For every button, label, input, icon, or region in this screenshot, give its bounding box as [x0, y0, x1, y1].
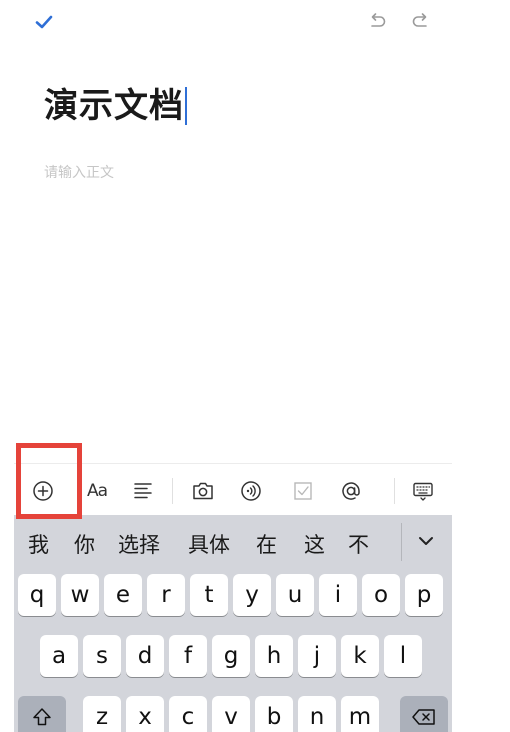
key-k[interactable]: k: [341, 635, 379, 677]
redo-icon[interactable]: [411, 11, 431, 31]
chevron-down-icon[interactable]: [414, 529, 438, 553]
key-c[interactable]: c: [169, 696, 207, 732]
key-w[interactable]: w: [61, 574, 99, 616]
key-j[interactable]: j: [298, 635, 336, 677]
document-title-text: 演示文档: [44, 86, 184, 126]
key-o[interactable]: o: [362, 574, 400, 616]
document-title-field[interactable]: 演示文档: [44, 78, 187, 127]
key-e[interactable]: e: [104, 574, 142, 616]
key-m[interactable]: m: [341, 696, 379, 732]
key-l[interactable]: l: [384, 635, 422, 677]
key-v[interactable]: v: [212, 696, 250, 732]
shift-key[interactable]: [18, 696, 66, 732]
text-format-icon[interactable]: Aa: [80, 478, 114, 504]
candidate-word[interactable]: 我: [28, 529, 49, 559]
formatting-toolbar: Aa: [14, 463, 452, 516]
key-r[interactable]: r: [147, 574, 185, 616]
candidate-bar: 我 你 选择 具体 在 这 不: [14, 515, 452, 573]
text-format-label: Aa: [86, 481, 108, 501]
candidate-word[interactable]: 具体: [188, 529, 230, 559]
key-a[interactable]: a: [40, 635, 78, 677]
align-icon[interactable]: [130, 478, 156, 504]
top-bar: [14, 0, 452, 44]
key-i[interactable]: i: [319, 574, 357, 616]
candidate-word[interactable]: 不: [348, 529, 369, 559]
checkbox-icon[interactable]: [290, 478, 316, 504]
key-u[interactable]: u: [276, 574, 314, 616]
document-body-field[interactable]: 请输入正文: [44, 162, 114, 182]
add-icon[interactable]: [30, 478, 56, 504]
candidate-word[interactable]: 这: [304, 529, 325, 559]
key-x[interactable]: x: [126, 696, 164, 732]
key-q[interactable]: q: [18, 574, 56, 616]
toolbar-divider: [172, 478, 173, 504]
key-t[interactable]: t: [190, 574, 228, 616]
candidate-word[interactable]: 在: [256, 529, 277, 559]
key-h[interactable]: h: [255, 635, 293, 677]
candidate-divider: [401, 523, 402, 561]
key-d[interactable]: d: [126, 635, 164, 677]
text-cursor: [185, 87, 187, 125]
keyboard-icon[interactable]: [410, 478, 436, 504]
candidate-word[interactable]: 选择: [118, 529, 160, 559]
undo-icon[interactable]: [367, 11, 387, 31]
key-g[interactable]: g: [212, 635, 250, 677]
key-s[interactable]: s: [83, 635, 121, 677]
key-b[interactable]: b: [255, 696, 293, 732]
key-n[interactable]: n: [298, 696, 336, 732]
key-p[interactable]: p: [405, 574, 443, 616]
key-z[interactable]: z: [83, 696, 121, 732]
delete-icon: [412, 709, 435, 725]
camera-icon[interactable]: [190, 478, 216, 504]
candidate-word[interactable]: 你: [74, 529, 95, 559]
audio-icon[interactable]: [238, 478, 264, 504]
key-f[interactable]: f: [169, 635, 207, 677]
shift-icon: [33, 708, 51, 726]
ime-keyboard: 我 你 选择 具体 在 这 不 q w e r t y u i o p a s …: [14, 515, 452, 732]
mention-icon[interactable]: [338, 478, 364, 504]
delete-key[interactable]: [400, 696, 448, 732]
check-icon[interactable]: [34, 12, 54, 32]
key-y[interactable]: y: [233, 574, 271, 616]
editor-screen: 演示文档 请输入正文 Aa 我 你 选择 具体 在 这 不 q w e r t …: [14, 0, 452, 732]
toolbar-divider: [394, 478, 395, 504]
